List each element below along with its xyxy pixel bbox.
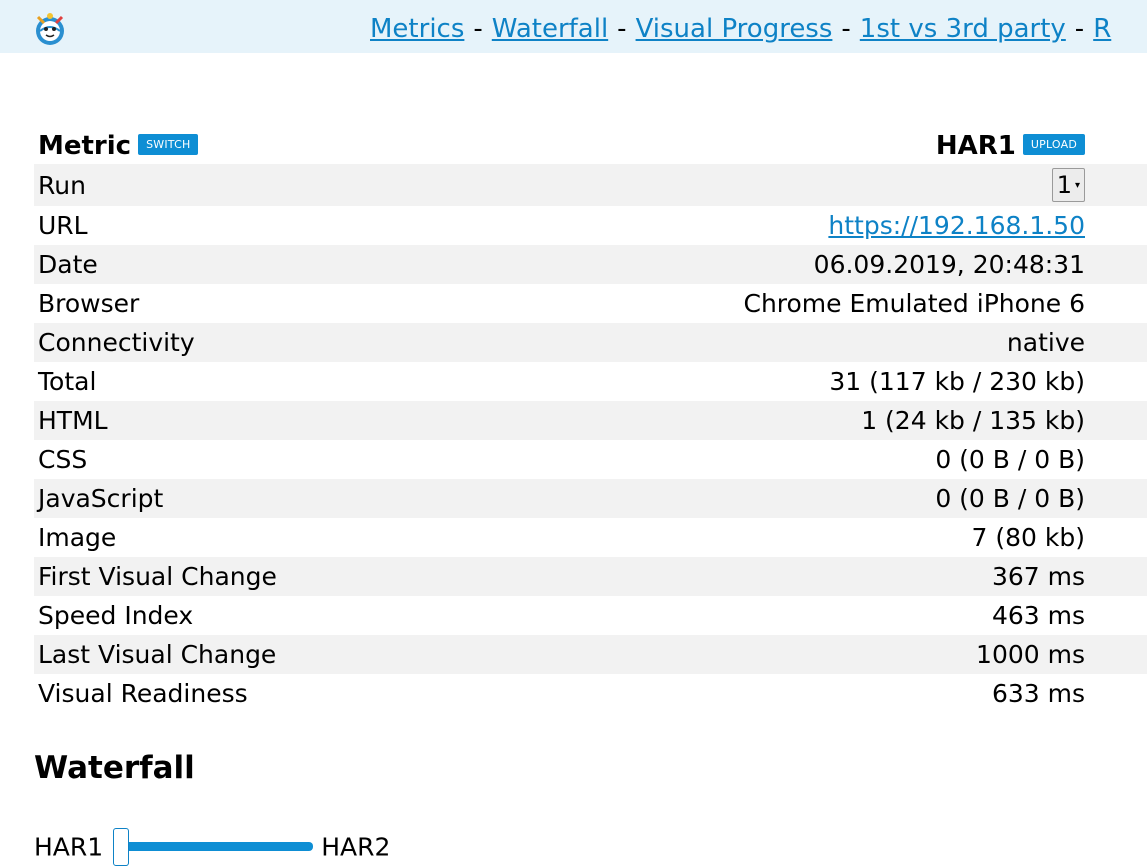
metric-row: Visual Readiness 633 ms — [34, 674, 1147, 713]
slider-right-label: HAR2 — [321, 832, 391, 862]
metric-row-value: 0 (0 B / 0 B) — [935, 445, 1085, 474]
nav-separator: - — [473, 14, 483, 44]
metric-row-value: 633 ms — [991, 679, 1085, 708]
har-header-label: HAR1 — [935, 131, 1016, 161]
metric-row: HTML 1 (24 kb / 135 kb) — [34, 401, 1147, 440]
metric-header-cell: Metric SWITCH — [34, 128, 454, 164]
metric-row: Date 06.09.2019, 20:48:31 — [34, 245, 1147, 284]
url-value-cell: https://192.168.1.50 — [454, 206, 1147, 245]
metric-row: Speed Index 463 ms — [34, 596, 1147, 635]
metric-row-label: HTML — [34, 401, 454, 440]
metric-row-label: Visual Readiness — [38, 679, 248, 708]
metric-row: JavaScript 0 (0 B / 0 B) — [34, 479, 1147, 518]
url-label: URL — [38, 211, 88, 240]
run-select[interactable]: 1 ▾ — [1051, 168, 1085, 202]
metric-header-label: Metric — [38, 131, 132, 161]
metric-row-value: 367 ms — [453, 557, 1147, 596]
nav-link-truncated[interactable]: R — [1093, 14, 1111, 44]
metric-row-value: 06.09.2019, 20:48:31 — [453, 245, 1147, 284]
run-value-cell: 1 ▾ — [453, 164, 1147, 206]
metric-row: First Visual Change 367 ms — [34, 557, 1147, 596]
waterfall-heading: Waterfall — [34, 750, 195, 786]
switch-button[interactable]: SWITCH — [138, 134, 199, 155]
run-label: Run — [34, 164, 454, 206]
metric-row-label: CSS — [38, 445, 88, 474]
metric-row-label: Total — [38, 367, 97, 396]
slider-handle[interactable] — [113, 828, 130, 866]
sitespeed-logo-icon[interactable] — [32, 11, 68, 47]
caret-down-icon: ▾ — [1074, 180, 1080, 191]
metric-row: Connectivity native — [34, 323, 1147, 362]
metric-row: Total 31 (117 kb / 230 kb) — [34, 362, 1147, 401]
upload-button[interactable]: UPLOAD — [1022, 134, 1085, 155]
top-nav-bar: Metrics - Waterfall - Visual Progress -1st vs… — [0, 0, 1147, 53]
metrics-table: Metric SWITCH HAR1 UPLOAD Run 1 ▾ URL https… — [34, 128, 1147, 713]
nav-separator: - — [617, 14, 627, 44]
metric-row-value: 0 (0 B / 0 B) — [453, 479, 1147, 518]
run-select-value: 1 — [1056, 171, 1072, 199]
main-nav: Metrics - Waterfall - Visual Progress -1st vs… — [370, 12, 1111, 46]
metric-row-value: 7 (80 kb) — [971, 523, 1085, 552]
metric-row: Last Visual Change 1000 ms — [34, 635, 1147, 674]
metric-row-label: Date — [34, 245, 454, 284]
nav-link-waterfall[interactable]: Waterfall — [492, 14, 608, 44]
metric-row-label: Speed Index — [38, 601, 194, 630]
metric-row-value: native — [453, 323, 1147, 362]
metric-row-value: 1 (24 kb / 135 kb) — [453, 401, 1147, 440]
metric-row-label: JavaScript — [34, 479, 454, 518]
run-row: Run 1 ▾ — [34, 164, 1147, 206]
nav-separator: - — [841, 14, 851, 44]
nav-separator: - — [1074, 14, 1085, 44]
metric-row-label: First Visual Change — [34, 557, 454, 596]
metric-row: Image 7 (80 kb) — [34, 518, 1147, 557]
metric-row-value: 463 ms — [991, 601, 1085, 630]
metric-row-value: 1000 ms — [453, 635, 1147, 674]
metric-row-label: Image — [38, 523, 117, 552]
url-row: URL https://192.168.1.50 — [34, 206, 1147, 245]
metric-row-label: Last Visual Change — [34, 635, 454, 674]
nav-link-metrics[interactable]: Metrics — [370, 14, 464, 44]
metric-row-label: Connectivity — [34, 323, 454, 362]
nav-link-visual-progress[interactable]: Visual Progress — [636, 14, 833, 44]
slider-track[interactable] — [113, 842, 314, 851]
metric-row: CSS 0 (0 B / 0 B) — [34, 440, 1147, 479]
nav-link-1st-vs-3rd-party[interactable]: 1st vs 3rd party — [860, 14, 1066, 44]
metrics-header-row: Metric SWITCH HAR1 UPLOAD — [34, 128, 1147, 164]
slider-left-label: HAR1 — [34, 832, 104, 862]
metric-row-value: Chrome Emulated iPhone 6 — [743, 289, 1085, 318]
metric-row-value: 31 (117 kb / 230 kb) — [829, 367, 1085, 396]
metric-row: Browser Chrome Emulated iPhone 6 — [34, 284, 1147, 323]
har-header-cell: HAR1 UPLOAD — [454, 128, 1147, 164]
url-link[interactable]: https://192.168.1.50 — [828, 211, 1085, 240]
metric-row-label: Browser — [38, 289, 140, 318]
